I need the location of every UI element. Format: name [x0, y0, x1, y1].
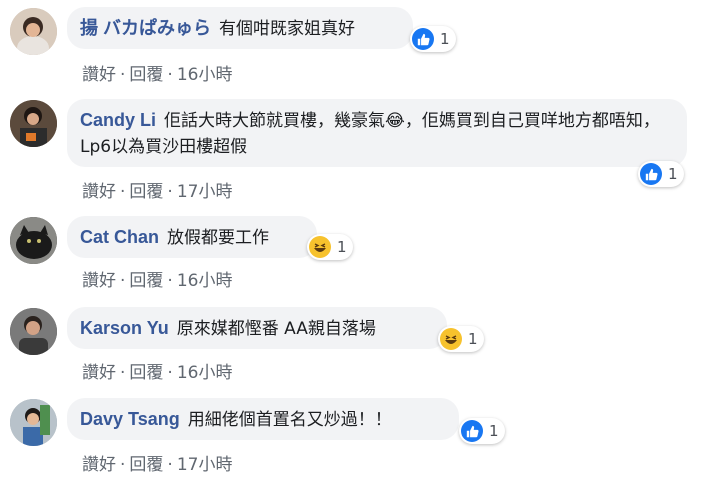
comment-author[interactable]: Candy Li: [80, 110, 156, 130]
separator: ·: [120, 65, 126, 85]
comment-text: 用細佬個首置名又炒過！！: [187, 410, 392, 430]
comment-author[interactable]: 揚 バカぱみゅら: [80, 18, 211, 38]
reply-link[interactable]: 回覆: [129, 363, 163, 383]
reaction-summary[interactable]: 1: [438, 326, 484, 352]
comment-text: 原來媒都慳番 AA親自落場: [176, 319, 376, 339]
separator: ·: [120, 271, 126, 291]
like-icon: [461, 420, 483, 442]
haha-icon: [309, 236, 331, 258]
comment-bubble: Candy Li 佢話大時大節就買樓，幾豪氣😂，佢媽買到自己買咩地方都唔知，Lp6…: [67, 99, 687, 167]
comment-author[interactable]: Cat Chan: [80, 227, 159, 247]
reaction-count: 1: [337, 238, 347, 256]
separator: ·: [167, 182, 173, 202]
avatar[interactable]: [10, 8, 57, 55]
comment-author[interactable]: Karson Yu: [80, 318, 169, 338]
comment-bubble: 揚 バカぱみゅら 有個咁既家姐真好: [67, 7, 413, 49]
reaction-count: 1: [468, 330, 478, 348]
comment-text: 放假都要工作: [167, 228, 270, 248]
comment-text: 佢話大時大節就買樓，幾豪氣😂，佢媽買到自己買咩地方都唔知，Lp6以為買沙田樓超假: [80, 111, 660, 157]
like-link[interactable]: 讚好: [82, 363, 116, 383]
comment-actions: 讚好 · 回覆 · 17小時: [82, 450, 232, 475]
comment-bubble: Davy Tsang 用細佬個首置名又炒過！！: [67, 398, 459, 440]
separator: ·: [167, 65, 173, 85]
timestamp[interactable]: 17小時: [177, 455, 233, 475]
separator: ·: [167, 363, 173, 383]
comment-bubble: Cat Chan 放假都要工作: [67, 216, 317, 258]
reaction-count: 1: [489, 422, 499, 440]
reaction-summary[interactable]: 1: [307, 234, 353, 260]
separator: ·: [120, 455, 126, 475]
like-icon: [640, 163, 662, 185]
reaction-summary[interactable]: 1: [638, 161, 684, 187]
reaction-summary[interactable]: 1: [459, 418, 505, 444]
comment-author[interactable]: Davy Tsang: [80, 409, 180, 429]
comment-bubble: Karson Yu 原來媒都慳番 AA親自落場: [67, 307, 447, 349]
timestamp[interactable]: 16小時: [177, 65, 233, 85]
like-link[interactable]: 讚好: [82, 65, 116, 85]
timestamp[interactable]: 16小時: [177, 271, 233, 291]
comment-actions: 讚好 · 回覆 · 16小時: [82, 266, 232, 291]
haha-icon: [440, 328, 462, 350]
separator: ·: [120, 182, 126, 202]
like-link[interactable]: 讚好: [82, 455, 116, 475]
comment-actions: 讚好 · 回覆 · 17小時: [82, 177, 232, 202]
like-link[interactable]: 讚好: [82, 182, 116, 202]
reaction-count: 1: [668, 165, 678, 183]
separator: ·: [167, 271, 173, 291]
reply-link[interactable]: 回覆: [129, 182, 163, 202]
separator: ·: [120, 363, 126, 383]
comment-text: 有個咁既家姐真好: [219, 19, 356, 39]
comment-actions: 讚好 · 回覆 · 16小時: [82, 358, 232, 383]
avatar[interactable]: [10, 100, 57, 147]
reaction-summary[interactable]: 1: [410, 26, 456, 52]
reply-link[interactable]: 回覆: [129, 65, 163, 85]
separator: ·: [167, 455, 173, 475]
timestamp[interactable]: 16小時: [177, 363, 233, 383]
like-icon: [412, 28, 434, 50]
reaction-count: 1: [440, 30, 450, 48]
like-link[interactable]: 讚好: [82, 271, 116, 291]
reply-link[interactable]: 回覆: [129, 455, 163, 475]
comment-actions: 讚好 · 回覆 · 16小時: [82, 60, 232, 85]
avatar[interactable]: [10, 308, 57, 355]
avatar[interactable]: [10, 399, 57, 446]
timestamp[interactable]: 17小時: [177, 182, 233, 202]
reply-link[interactable]: 回覆: [129, 271, 163, 291]
avatar[interactable]: [10, 217, 57, 264]
